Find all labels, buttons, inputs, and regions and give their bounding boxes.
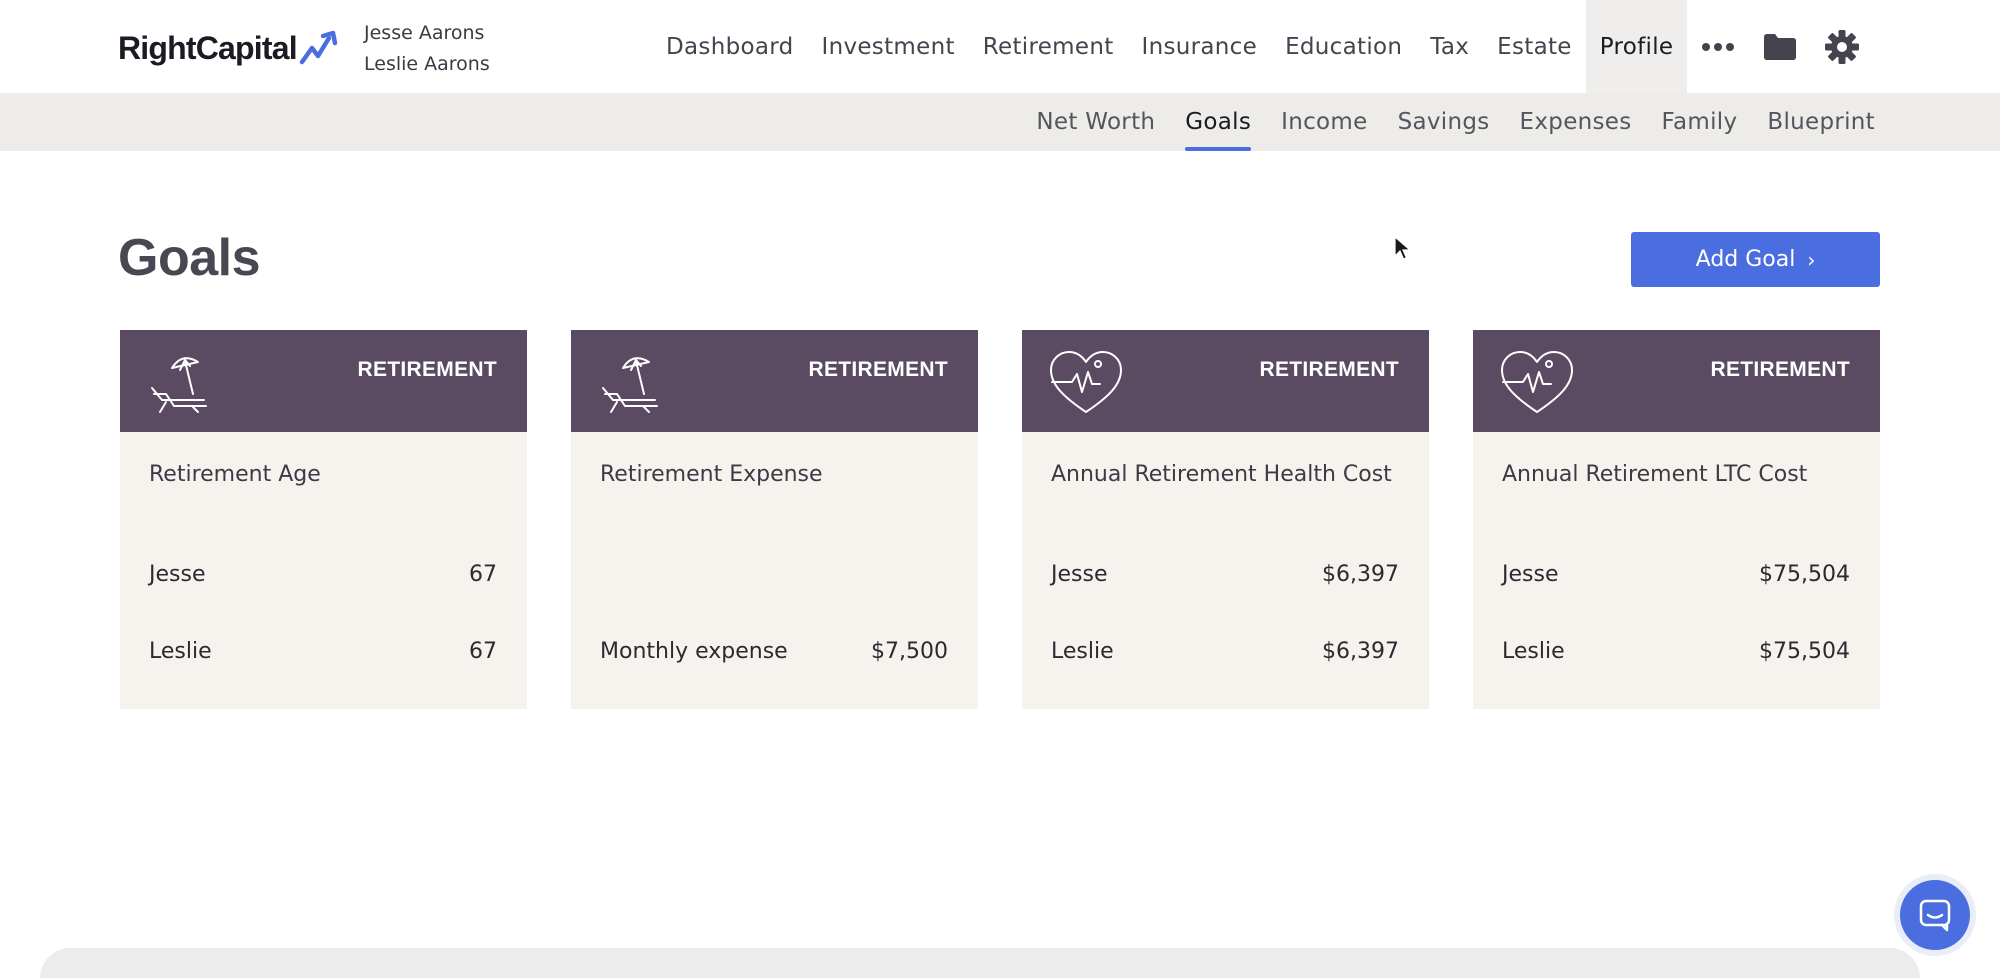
row-label: Jesse xyxy=(1502,562,1559,587)
goal-row: Jesse 67 xyxy=(149,562,497,587)
row-label: Monthly expense xyxy=(600,639,788,664)
logo[interactable]: RightCapital xyxy=(118,28,343,68)
chat-icon xyxy=(1919,899,1951,932)
goal-category: RETIREMENT xyxy=(357,358,497,381)
tab-family[interactable]: Family xyxy=(1647,93,1753,151)
row-label: Leslie xyxy=(149,639,212,664)
more-icon[interactable] xyxy=(1687,0,1749,93)
row-value: $75,504 xyxy=(1759,639,1850,664)
row-value: $6,397 xyxy=(1322,562,1399,587)
row-value: $75,504 xyxy=(1759,562,1850,587)
goal-card-retirement-expense[interactable]: RETIREMENT Retirement Expense Monthly ex… xyxy=(571,330,978,709)
card-header: RETIREMENT xyxy=(1473,330,1880,432)
goal-card-retirement-age[interactable]: RETIREMENT Retirement Age Jesse 67 Lesli… xyxy=(120,330,527,709)
goal-title: Annual Retirement LTC Cost xyxy=(1502,462,1808,487)
goal-card-health-cost[interactable]: RETIREMENT Annual Retirement Health Cost… xyxy=(1022,330,1429,709)
row-label: Jesse xyxy=(149,562,206,587)
card-header: RETIREMENT xyxy=(1022,330,1429,432)
goal-title: Annual Retirement Health Cost xyxy=(1051,462,1392,487)
row-value: $7,500 xyxy=(871,639,948,664)
top-bar: RightCapital Jesse Aarons Leslie Aarons … xyxy=(0,0,2000,93)
nav-retirement[interactable]: Retirement xyxy=(969,0,1128,93)
nav-insurance[interactable]: Insurance xyxy=(1128,0,1272,93)
goal-category: RETIREMENT xyxy=(808,358,948,381)
logo-text: RightCapital xyxy=(118,29,298,66)
beach-chair-icon xyxy=(602,357,658,413)
goal-card-ltc-cost[interactable]: RETIREMENT Annual Retirement LTC Cost Je… xyxy=(1473,330,1880,709)
page-title: Goals xyxy=(118,229,261,287)
logo-mark-icon xyxy=(299,30,338,65)
add-goal-label: Add Goal xyxy=(1695,247,1796,272)
sub-nav: Net Worth Goals Income Savings Expenses … xyxy=(1021,93,1890,151)
goal-row: Leslie $6,397 xyxy=(1051,639,1399,664)
client-name-1: Jesse Aarons xyxy=(364,22,485,44)
goal-title: Retirement Expense xyxy=(600,462,823,487)
tab-net-worth[interactable]: Net Worth xyxy=(1021,93,1170,151)
add-goal-button[interactable]: Add Goal › xyxy=(1631,232,1880,287)
tab-blueprint[interactable]: Blueprint xyxy=(1752,93,1890,151)
goal-row: Jesse $6,397 xyxy=(1051,562,1399,587)
nav-investment[interactable]: Investment xyxy=(807,0,968,93)
chat-launcher-button[interactable] xyxy=(1900,880,1970,950)
bottom-panel-edge xyxy=(40,948,1920,978)
row-label: Leslie xyxy=(1502,639,1565,664)
tab-expenses[interactable]: Expenses xyxy=(1505,93,1647,151)
goal-row: Monthly expense $7,500 xyxy=(600,639,948,664)
goal-category: RETIREMENT xyxy=(1259,358,1399,381)
gear-icon[interactable] xyxy=(1811,0,1873,93)
sub-nav-bar: Net Worth Goals Income Savings Expenses … xyxy=(0,93,2000,151)
client-names[interactable]: Jesse Aarons Leslie Aarons xyxy=(364,18,490,80)
mouse-cursor-icon xyxy=(1394,236,1412,260)
chevron-right-icon: › xyxy=(1807,247,1816,272)
row-label: Leslie xyxy=(1051,639,1114,664)
beach-chair-icon xyxy=(151,357,207,413)
card-header: RETIREMENT xyxy=(571,330,978,432)
nav-education[interactable]: Education xyxy=(1271,0,1416,93)
main-nav: Dashboard Investment Retirement Insuranc… xyxy=(652,0,1873,93)
nav-estate[interactable]: Estate xyxy=(1483,0,1586,93)
tab-income[interactable]: Income xyxy=(1266,93,1382,151)
goal-row: Jesse $75,504 xyxy=(1502,562,1850,587)
nav-tax[interactable]: Tax xyxy=(1416,0,1483,93)
goal-title: Retirement Age xyxy=(149,462,321,487)
row-value: $6,397 xyxy=(1322,639,1399,664)
tab-goals[interactable]: Goals xyxy=(1170,93,1266,151)
nav-profile[interactable]: Profile xyxy=(1585,0,1688,93)
goal-row: Leslie $75,504 xyxy=(1502,639,1850,664)
heart-pulse-icon xyxy=(1050,351,1122,413)
nav-dashboard[interactable]: Dashboard xyxy=(652,0,807,93)
row-value: 67 xyxy=(469,562,497,587)
heart-pulse-icon xyxy=(1501,351,1573,413)
client-name-2: Leslie Aarons xyxy=(364,53,490,75)
card-header: RETIREMENT xyxy=(120,330,527,432)
goal-category: RETIREMENT xyxy=(1710,358,1850,381)
folder-icon[interactable] xyxy=(1749,0,1811,93)
row-value: 67 xyxy=(469,639,497,664)
tab-savings[interactable]: Savings xyxy=(1383,93,1505,151)
goal-row: Leslie 67 xyxy=(149,639,497,664)
row-label: Jesse xyxy=(1051,562,1108,587)
